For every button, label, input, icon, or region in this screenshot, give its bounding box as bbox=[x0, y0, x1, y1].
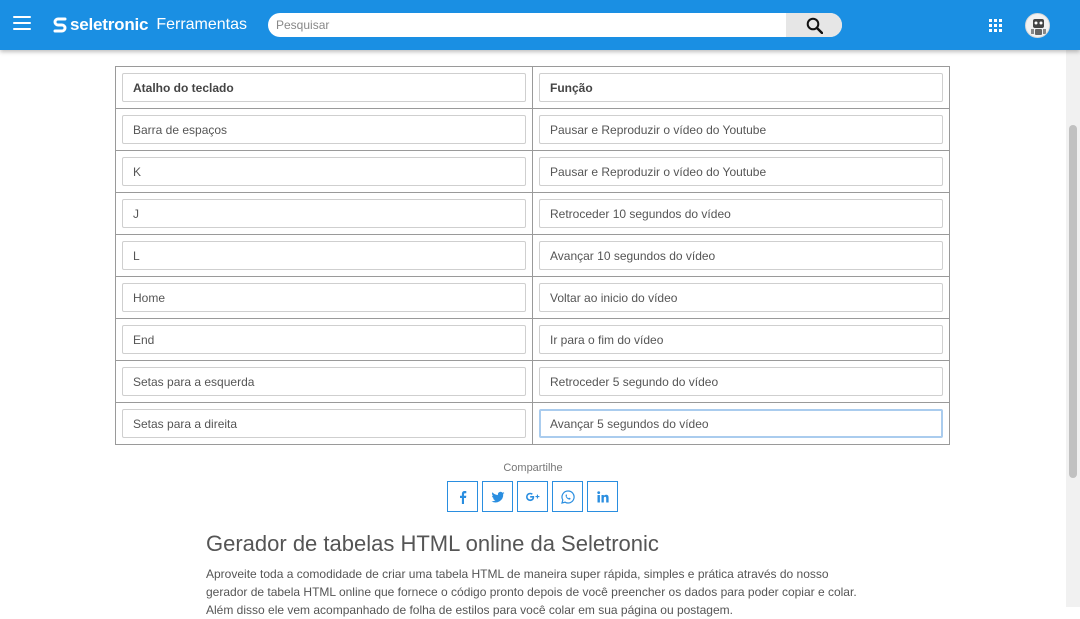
function-cell-input[interactable] bbox=[539, 199, 943, 228]
shortcut-cell-input[interactable] bbox=[122, 367, 526, 396]
shortcut-table-body bbox=[115, 66, 950, 445]
table-cell bbox=[115, 192, 533, 235]
function-cell-input[interactable] bbox=[539, 409, 943, 438]
table-row bbox=[115, 360, 950, 403]
shortcut-cell-input[interactable] bbox=[122, 157, 526, 186]
header-cell-input[interactable] bbox=[122, 73, 526, 102]
brand-logo[interactable]: seletronic Ferramentas bbox=[53, 14, 247, 36]
table-row bbox=[115, 108, 950, 151]
table-row bbox=[115, 192, 950, 235]
shortcut-cell-input[interactable] bbox=[122, 241, 526, 270]
table-cell bbox=[115, 108, 533, 151]
table-cell bbox=[115, 234, 533, 277]
table-row bbox=[115, 234, 950, 277]
share-whatsapp-button[interactable] bbox=[552, 481, 583, 512]
table-cell bbox=[532, 276, 950, 319]
function-cell-input[interactable] bbox=[539, 367, 943, 396]
table-cell bbox=[532, 108, 950, 151]
shortcut-cell-input[interactable] bbox=[122, 115, 526, 144]
table-cell bbox=[532, 234, 950, 277]
table-row bbox=[115, 276, 950, 319]
facebook-icon bbox=[459, 490, 466, 504]
search-button[interactable] bbox=[786, 13, 842, 37]
table-row bbox=[115, 150, 950, 193]
table-cell bbox=[532, 192, 950, 235]
function-cell-input[interactable] bbox=[539, 283, 943, 312]
apps-grid-icon[interactable] bbox=[989, 19, 1003, 33]
table-cell bbox=[115, 402, 533, 445]
table-cell bbox=[532, 150, 950, 193]
table-cell bbox=[115, 360, 533, 403]
brand-name: seletronic bbox=[70, 15, 149, 34]
google-plus-icon bbox=[525, 492, 539, 501]
share-google-plus-button[interactable] bbox=[517, 481, 548, 512]
table-cell bbox=[532, 360, 950, 403]
table-cell bbox=[532, 402, 950, 445]
whatsapp-icon bbox=[560, 489, 575, 504]
table-row bbox=[115, 318, 950, 361]
section-title: Ferramentas bbox=[156, 16, 248, 33]
table-cell bbox=[115, 276, 533, 319]
share-facebook-button[interactable] bbox=[447, 481, 478, 512]
article-title: Gerador de tabelas HTML online da Seletr… bbox=[206, 531, 659, 556]
search-input[interactable] bbox=[268, 13, 786, 37]
shortcut-cell-input[interactable] bbox=[122, 325, 526, 354]
shortcut-cell-input[interactable] bbox=[122, 283, 526, 312]
share-linkedin-button[interactable] bbox=[587, 481, 618, 512]
search-icon bbox=[806, 17, 823, 34]
table-cell bbox=[115, 66, 533, 109]
table-cell bbox=[115, 318, 533, 361]
twitter-icon bbox=[491, 491, 504, 502]
table-row bbox=[115, 402, 950, 445]
robot-avatar-icon bbox=[1031, 19, 1046, 35]
top-app-bar: seletronic Ferramentas bbox=[0, 0, 1080, 50]
table-cell bbox=[532, 66, 950, 109]
scrollbar-thumb[interactable] bbox=[1069, 125, 1077, 478]
header-cell-input[interactable] bbox=[539, 73, 943, 102]
function-cell-input[interactable] bbox=[539, 241, 943, 270]
function-cell-input[interactable] bbox=[539, 157, 943, 186]
linkedin-icon bbox=[596, 490, 609, 502]
share-label: Compartilhe bbox=[503, 462, 563, 474]
function-cell-input[interactable] bbox=[539, 325, 943, 354]
shortcut-cell-input[interactable] bbox=[122, 409, 526, 438]
search-bar bbox=[268, 13, 842, 37]
hamburger-menu-icon[interactable] bbox=[13, 16, 31, 30]
function-cell-input[interactable] bbox=[539, 115, 943, 144]
article-body: Aproveite toda a comodidade de criar uma… bbox=[206, 567, 857, 617]
page-scrollbar[interactable] bbox=[1066, 50, 1080, 607]
share-twitter-button[interactable] bbox=[482, 481, 513, 512]
shortcut-cell-input[interactable] bbox=[122, 199, 526, 228]
table-cell bbox=[532, 318, 950, 361]
seletronic-logo-icon bbox=[53, 17, 67, 33]
user-avatar[interactable] bbox=[1025, 13, 1050, 38]
shortcut-table bbox=[115, 66, 950, 445]
share-buttons bbox=[447, 481, 618, 512]
table-header-row bbox=[115, 66, 950, 109]
table-cell bbox=[115, 150, 533, 193]
